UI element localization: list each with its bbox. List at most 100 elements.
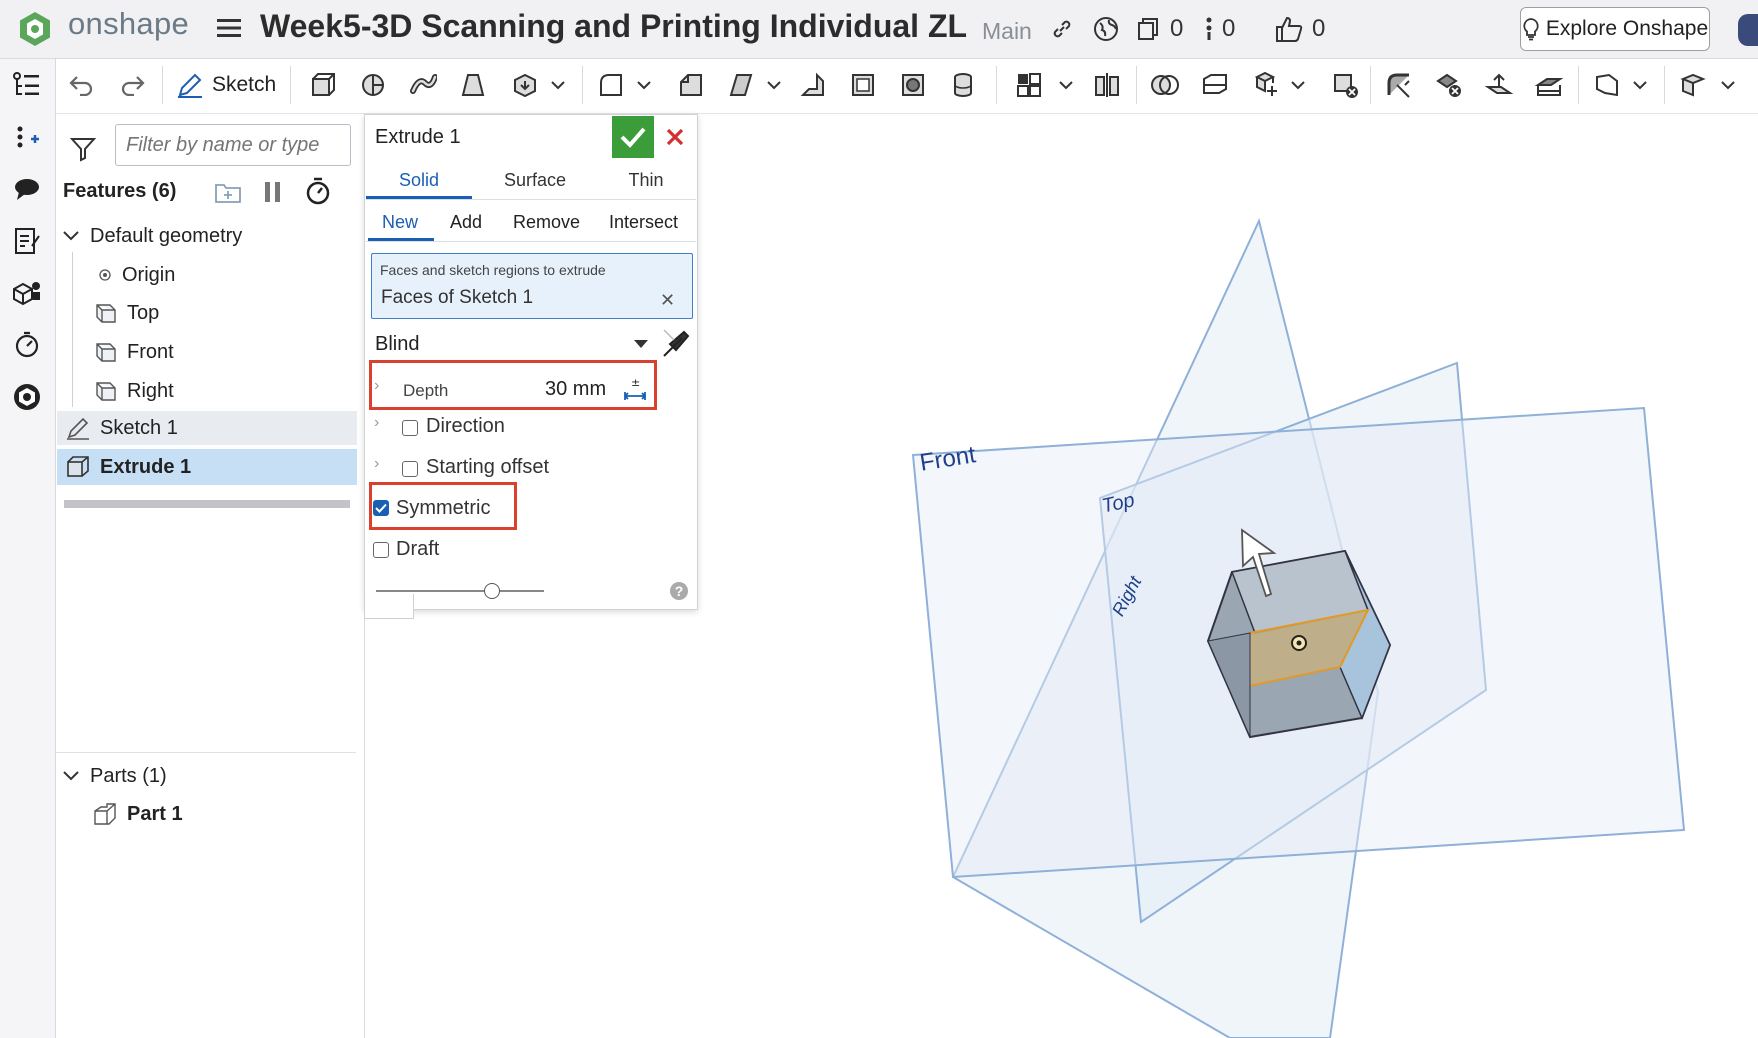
link-icon[interactable] [1050, 14, 1074, 44]
clear-selection-icon[interactable]: ✕ [660, 290, 675, 311]
tab-solid[interactable]: Solid [366, 170, 472, 191]
chevron-down-icon[interactable] [548, 70, 568, 100]
preview-slider-knob[interactable] [484, 583, 500, 599]
pattern-tool-icon[interactable] [1014, 70, 1044, 100]
preview-slider-track[interactable] [376, 590, 544, 592]
sketch-button[interactable]: Sketch [176, 66, 276, 104]
comments-icon[interactable] [10, 172, 44, 206]
document-title[interactable]: Week5-3D Scanning and Printing Individua… [260, 8, 967, 45]
sweep-tool-icon[interactable] [408, 70, 438, 100]
rib-tool-icon[interactable] [798, 70, 828, 100]
add-folder-icon[interactable] [214, 180, 242, 204]
chamfer-tool-icon[interactable] [676, 70, 706, 100]
menu-icon[interactable] [216, 15, 242, 41]
draft-checkbox[interactable] [373, 542, 389, 558]
tree-item-extrude1[interactable]: Extrude 1 [57, 449, 357, 485]
chevron-down-icon[interactable] [634, 70, 654, 100]
history-icon[interactable] [10, 328, 44, 362]
render-studio-icon[interactable] [10, 380, 44, 414]
direction-label: Direction [426, 415, 505, 437]
pause-icon[interactable] [262, 180, 284, 204]
boolean-tool-icon[interactable] [1150, 70, 1180, 100]
draft-tool-icon[interactable] [726, 70, 756, 100]
branch-label[interactable]: Main [982, 18, 1032, 45]
redo-icon[interactable] [118, 70, 148, 100]
selection-value[interactable]: Faces of Sketch 1 [381, 287, 533, 309]
chevron-down-icon[interactable] [1056, 70, 1076, 100]
measure-icon[interactable]: ± [622, 376, 648, 402]
tab-surface[interactable]: Surface [480, 170, 590, 191]
delete-face-icon[interactable] [1434, 70, 1464, 100]
tree-parts[interactable]: Parts (1) [62, 762, 167, 790]
loft-tool-icon[interactable] [458, 70, 488, 100]
op-intersect[interactable]: Intersect [609, 212, 678, 233]
tree-item-sketch1[interactable]: Sketch 1 [57, 411, 357, 445]
caret-down-icon[interactable] [634, 340, 648, 348]
tree-item-right[interactable]: Right [95, 377, 174, 405]
revolve-tool-icon[interactable] [358, 70, 388, 100]
likes-count: 0 [1312, 15, 1326, 42]
tree-default-geometry[interactable]: Default geometry [62, 222, 242, 250]
explore-onshape-button[interactable]: Explore Onshape [1520, 7, 1710, 51]
plane-tool-icon[interactable] [1592, 70, 1622, 100]
tree-label: Right [127, 379, 174, 402]
symmetric-checkbox[interactable] [373, 500, 389, 516]
end-type-select[interactable]: Blind [375, 333, 419, 356]
add-variable-icon[interactable] [10, 122, 44, 156]
tree-item-top[interactable]: Top [95, 299, 159, 327]
chevron-down-icon[interactable] [1718, 70, 1738, 100]
replace-face-icon[interactable] [1534, 70, 1564, 100]
tree-item-origin[interactable]: Origin [98, 261, 175, 289]
direction-checkbox[interactable] [402, 420, 418, 436]
globe-icon[interactable] [1092, 14, 1120, 44]
cylinder-tool-icon[interactable] [948, 70, 978, 100]
op-add[interactable]: Add [450, 212, 482, 233]
delete-part-icon[interactable] [1330, 70, 1360, 100]
tree-item-front[interactable]: Front [95, 338, 174, 366]
versions-icon[interactable]: 0 [1136, 14, 1183, 44]
tab-thin[interactable]: Thin [596, 170, 696, 191]
chevron-right-icon[interactable]: › [374, 377, 379, 395]
sheet-metal-icon[interactable] [1678, 70, 1708, 100]
rollback-bar[interactable] [64, 500, 350, 508]
feature-list-icon[interactable] [10, 68, 44, 102]
shell-tool-icon[interactable] [848, 70, 878, 100]
split-tool-icon[interactable] [1200, 70, 1230, 100]
rollback-timer-icon[interactable] [304, 176, 332, 206]
mirror-tool-icon[interactable] [1092, 70, 1122, 100]
op-new[interactable]: New [382, 212, 418, 233]
extrude-tool-icon[interactable] [308, 70, 338, 100]
configurations-icon[interactable] [10, 276, 44, 310]
opposite-direction-icon[interactable] [660, 328, 692, 360]
like-icon[interactable]: 0 [1274, 14, 1325, 44]
chevron-down-icon[interactable] [764, 70, 784, 100]
accept-button[interactable] [612, 116, 654, 158]
modify-fillet-icon[interactable] [1384, 70, 1414, 100]
toolbar-divider [996, 66, 997, 104]
cancel-button[interactable] [660, 116, 690, 158]
tree-item-part1[interactable]: Part 1 [93, 800, 183, 828]
notes-icon[interactable] [10, 224, 44, 258]
fillet-tool-icon[interactable] [596, 70, 626, 100]
thicken-tool-icon[interactable] [510, 70, 540, 100]
depth-input[interactable]: 30 mm [545, 378, 606, 401]
hole-tool-icon[interactable] [898, 70, 928, 100]
filter-icon[interactable] [70, 136, 96, 162]
info-icon[interactable]: 0 [1204, 14, 1235, 44]
chevron-down-icon[interactable] [1288, 70, 1308, 100]
brand-name: onshape [68, 6, 190, 41]
undo-icon[interactable] [66, 70, 96, 100]
op-remove[interactable]: Remove [513, 212, 580, 233]
filter-input[interactable] [115, 124, 351, 166]
notifications-icon[interactable] [1738, 14, 1758, 46]
chevron-down-icon[interactable] [1630, 70, 1650, 100]
transform-tool-icon[interactable] [1250, 70, 1280, 100]
move-face-icon[interactable] [1484, 70, 1514, 100]
graphics-viewport[interactable] [697, 114, 1758, 1038]
chevron-down-icon [63, 771, 79, 781]
chevron-right-icon[interactable]: › [374, 455, 379, 473]
help-icon[interactable]: ? [670, 582, 688, 600]
onshape-logo-icon[interactable] [16, 10, 54, 48]
chevron-right-icon[interactable]: › [374, 414, 379, 432]
starting-offset-checkbox[interactable] [402, 461, 418, 477]
